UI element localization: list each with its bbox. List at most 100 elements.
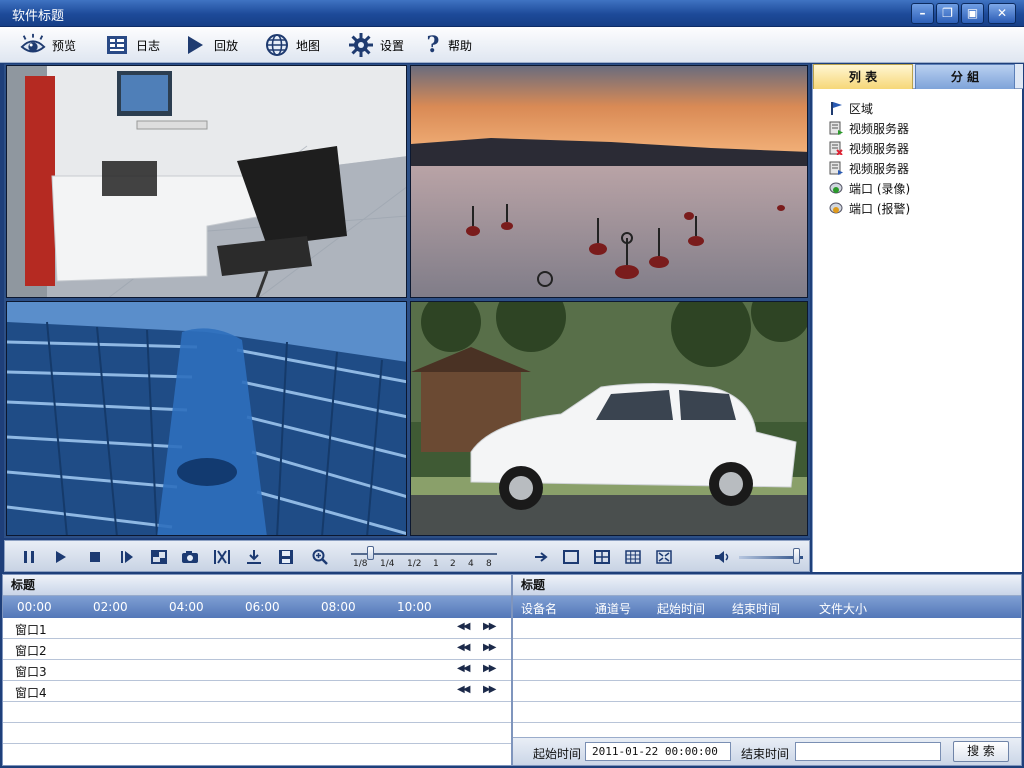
tree-item-area[interactable]: 区域 <box>829 98 910 118</box>
menu-log-label: 日志 <box>136 38 161 53</box>
rewind-icon[interactable]: ◀◀ <box>457 621 470 632</box>
end-time-field[interactable] <box>795 742 941 761</box>
speed-label: 1/2 <box>407 559 422 569</box>
video-window-4[interactable] <box>410 301 808 536</box>
search-button[interactable]: 搜 索 <box>953 741 1009 762</box>
column-header[interactable]: 设备名 <box>521 600 557 617</box>
port-record-icon <box>829 181 843 195</box>
timeline-row[interactable]: 窗口3 ◀◀ ▶▶ <box>3 660 511 681</box>
snapshot-button[interactable] <box>180 547 200 567</box>
time-label: 00:00 <box>17 600 52 614</box>
layout-button[interactable] <box>149 547 169 567</box>
time-label: 06:00 <box>245 600 280 614</box>
pause-button[interactable] <box>19 547 39 567</box>
menu-log[interactable]: 日志 <box>104 31 160 59</box>
rewind-icon[interactable]: ◀◀ <box>457 684 470 695</box>
speed-slider-thumb[interactable] <box>367 546 374 560</box>
gear-icon <box>348 32 374 58</box>
tree-item-port-record[interactable]: 端口 (录像) <box>829 178 910 198</box>
fullscreen-button[interactable] <box>654 547 674 567</box>
time-label: 10:00 <box>397 600 432 614</box>
play-icon <box>182 32 208 58</box>
tree-item-port-alarm[interactable]: 端口 (报警) <box>829 198 910 218</box>
tree-item-server[interactable]: 视频服务器 <box>829 118 910 138</box>
time-label: 04:00 <box>169 600 204 614</box>
menu-help[interactable]: ? 帮助 <box>424 31 472 59</box>
globe-icon <box>264 32 290 58</box>
tab-list[interactable]: 列 表 <box>813 64 913 89</box>
fast-forward-icon[interactable]: ▶▶ <box>483 684 496 695</box>
clip-button[interactable] <box>212 547 232 567</box>
tree-item-server[interactable]: 视频服务器 <box>829 138 910 158</box>
menu-settings[interactable]: 设置 <box>348 31 404 59</box>
column-header[interactable]: 起始时间 <box>657 600 705 617</box>
step-forward-icon <box>121 551 133 563</box>
layout-4-button[interactable] <box>592 547 612 567</box>
menu-preview-label: 预览 <box>52 38 77 53</box>
speed-label: 8 <box>486 559 492 569</box>
minimize-button[interactable]: – <box>911 3 934 24</box>
fast-forward-icon[interactable]: ▶▶ <box>483 642 496 653</box>
mute-button[interactable] <box>713 547 733 567</box>
eye-icon <box>20 32 46 58</box>
record-row[interactable] <box>513 660 1021 681</box>
next-button[interactable] <box>531 547 551 567</box>
single-view-icon <box>563 550 579 564</box>
layout-1-button[interactable] <box>561 547 581 567</box>
timeline-panel: 标题 00:00 02:00 04:00 06:00 08:00 10:00 窗… <box>2 574 512 766</box>
start-time-field[interactable]: 2011-01-22 00:00:00 <box>585 742 731 761</box>
column-header[interactable]: 结束时间 <box>732 600 780 617</box>
volume-slider-thumb[interactable] <box>793 548 800 564</box>
record-row[interactable] <box>513 618 1021 639</box>
step-button[interactable] <box>117 547 137 567</box>
stop-button[interactable] <box>85 547 105 567</box>
menu-preview[interactable]: 预览 <box>20 31 76 59</box>
tree-item-label: 视频服务器 <box>849 121 910 136</box>
menu-map[interactable]: 地图 <box>264 31 320 59</box>
column-header[interactable]: 文件大小 <box>819 600 867 617</box>
window-label: 窗口1 <box>15 623 47 637</box>
fast-forward-icon[interactable]: ▶▶ <box>483 621 496 632</box>
lock-button[interactable]: ▣ <box>961 3 984 24</box>
menu-playback[interactable]: 回放 <box>182 31 238 59</box>
speaker-icon <box>715 551 729 563</box>
zoom-button[interactable] <box>310 547 330 567</box>
close-button[interactable]: ✕ <box>988 3 1016 24</box>
quad-view-icon <box>594 550 610 564</box>
tree-item-label: 区域 <box>849 101 874 116</box>
speed-label: 1 <box>433 559 439 569</box>
playback-toolbar: 1/8 1/4 1/2 1 2 4 8 <box>4 540 810 572</box>
layout-9-button[interactable] <box>623 547 643 567</box>
column-header[interactable]: 通道号 <box>595 600 631 617</box>
sunset-lake-image <box>411 66 807 297</box>
speed-label: 1/4 <box>380 559 395 569</box>
record-row[interactable] <box>513 702 1021 723</box>
tree-item-server[interactable]: 视频服务器 <box>829 158 910 178</box>
timeline-row[interactable]: 窗口1 ◀◀ ▶▶ <box>3 618 511 639</box>
tab-group[interactable]: 分 組 <box>915 64 1015 89</box>
download-button[interactable] <box>244 547 264 567</box>
fast-forward-icon[interactable]: ▶▶ <box>483 663 496 674</box>
video-window-3[interactable] <box>6 301 407 536</box>
title-bar: 软件标题 – ❐ ▣ ✕ <box>0 0 1024 27</box>
time-label: 02:00 <box>93 600 128 614</box>
timeline-row-empty <box>3 723 511 744</box>
play-button[interactable] <box>51 547 71 567</box>
save-button[interactable] <box>276 547 296 567</box>
rewind-icon[interactable]: ◀◀ <box>457 642 470 653</box>
restore-button[interactable]: ❐ <box>936 3 959 24</box>
window-label: 窗口3 <box>15 665 47 679</box>
timeline-row[interactable]: 窗口4 ◀◀ ▶▶ <box>3 681 511 702</box>
records-panel: 标题 设备名 通道号 起始时间 结束时间 文件大小 起始时间 2011-01-2… <box>512 574 1022 766</box>
video-window-2[interactable] <box>410 65 808 298</box>
record-row[interactable] <box>513 681 1021 702</box>
camera-icon <box>182 551 198 563</box>
rewind-icon[interactable]: ◀◀ <box>457 663 470 674</box>
timeline-row[interactable]: 窗口2 ◀◀ ▶▶ <box>3 639 511 660</box>
menu-map-label: 地图 <box>296 38 321 53</box>
window-label: 窗口2 <box>15 644 47 658</box>
play-icon <box>56 551 66 563</box>
video-window-1[interactable] <box>6 65 407 298</box>
record-row[interactable] <box>513 639 1021 660</box>
timeline-row-empty <box>3 744 511 765</box>
